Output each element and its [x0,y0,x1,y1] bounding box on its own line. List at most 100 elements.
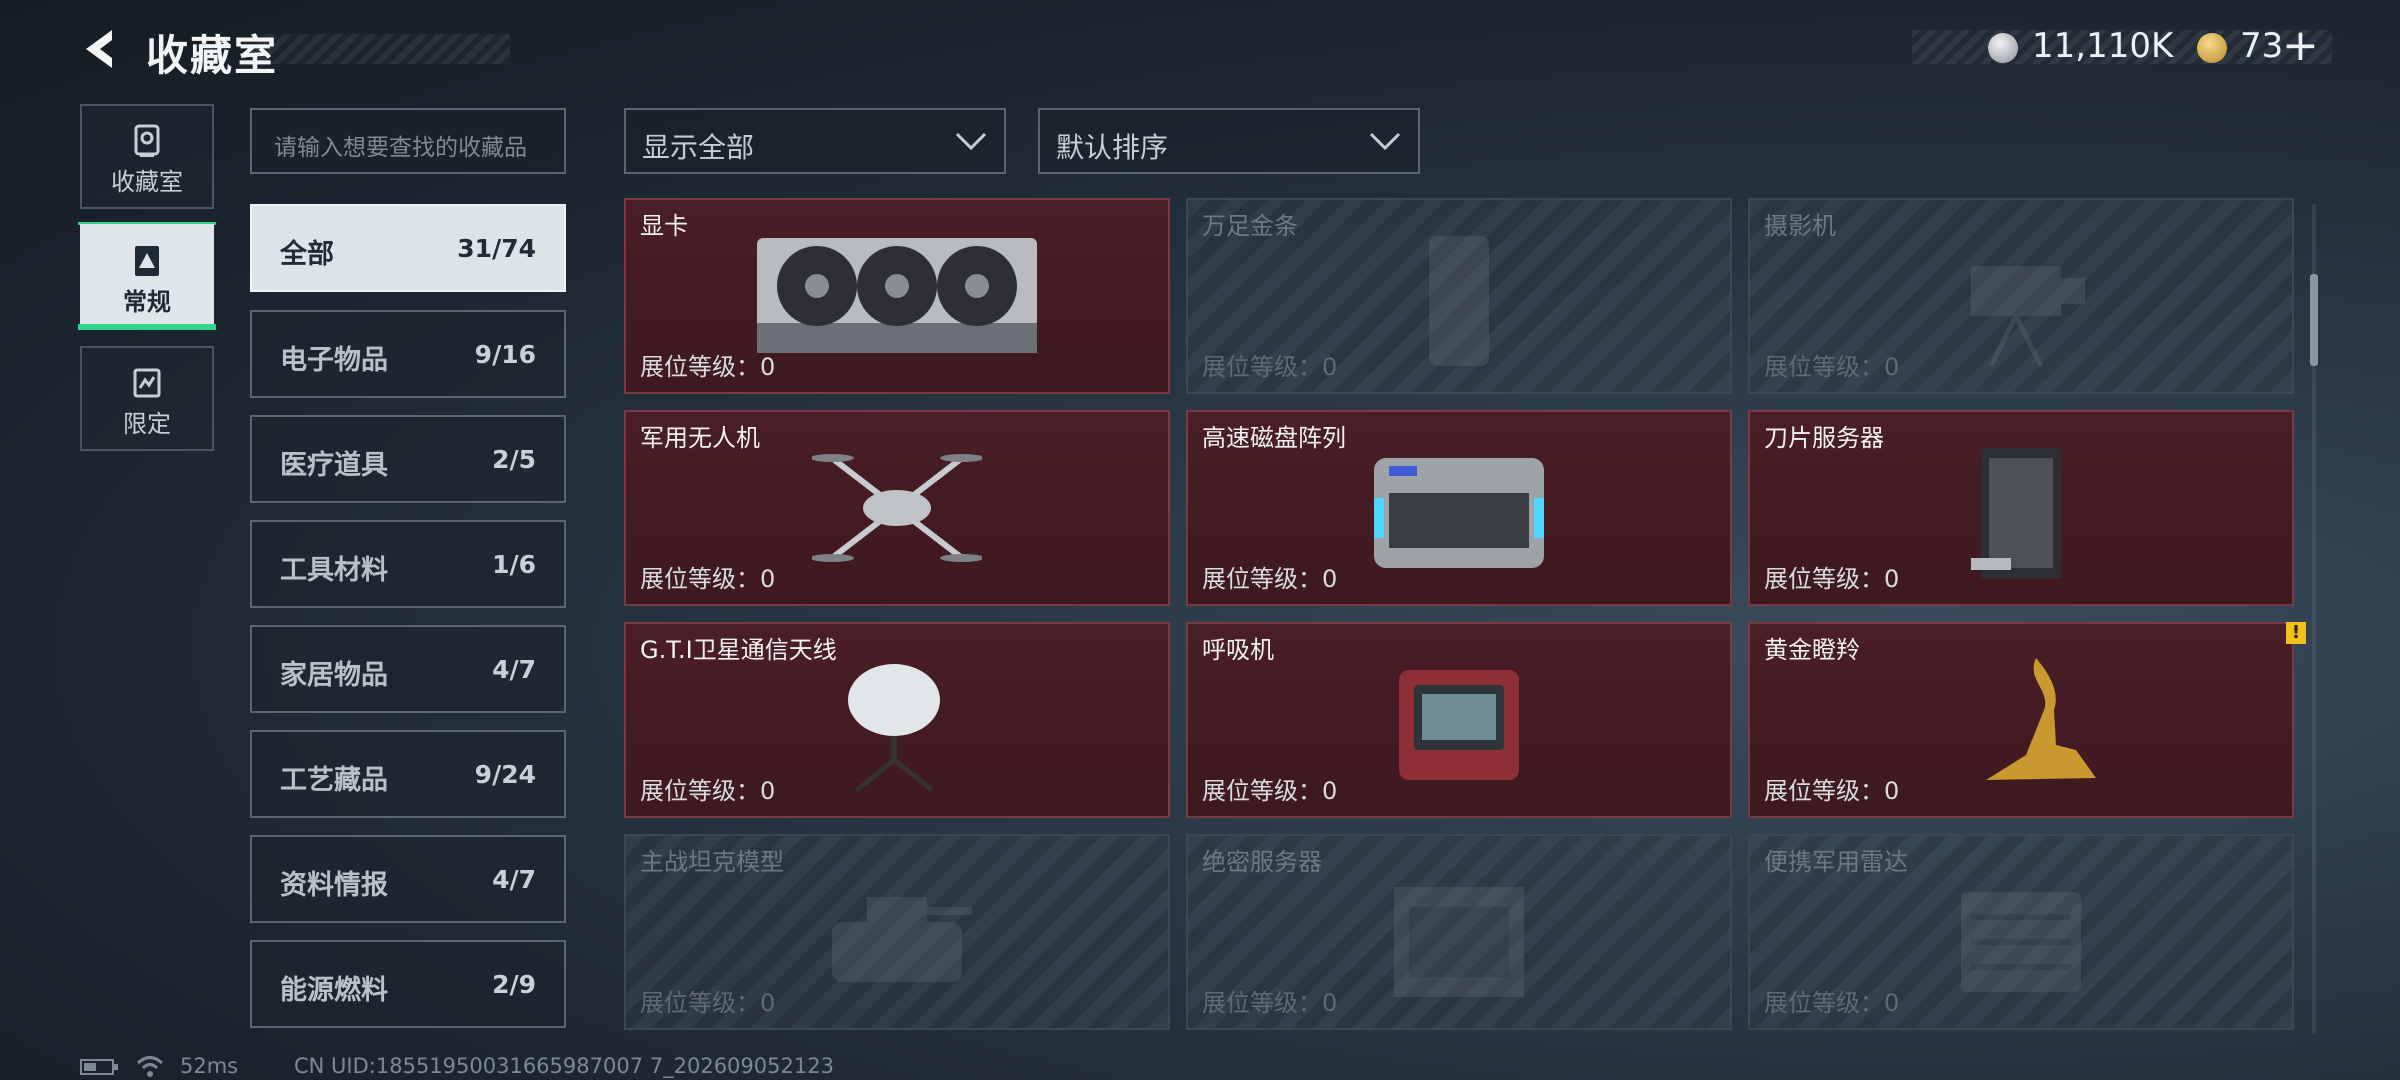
item-name: 主战坦克模型 [640,848,784,876]
item-level: 展位等级：0 [640,989,776,1017]
silver-coin-icon [1988,33,2018,63]
battery-icon [80,1059,118,1075]
category-household[interactable]: 家居物品 4/7 [250,625,566,713]
item-card-drone[interactable]: 军用无人机 展位等级：0 [624,410,1170,606]
item-name: 万足金条 [1202,212,1298,240]
item-card-secret-server[interactable]: 绝密服务器 展位等级：0 [1186,834,1732,1030]
warning-badge-icon: ! [2286,622,2306,644]
back-arrow-icon [86,30,112,68]
category-name: 医疗道具 [280,450,388,481]
category-all[interactable]: 全部 31/74 [250,204,566,292]
ping-value: 52ms [180,1054,239,1078]
item-name: G.T.I卫星通信天线 [640,636,837,664]
item-level: 展位等级：0 [1764,353,1900,381]
item-card-disk-array[interactable]: 高速磁盘阵列 展位等级：0 [1186,410,1732,606]
filter-dropdown[interactable]: 显示全部 [624,108,1006,174]
category-count: 2/9 [492,970,536,999]
add-currency-button[interactable]: + [2282,20,2319,71]
item-name: 摄影机 [1764,212,1836,240]
disk-array-icon [1374,458,1544,568]
category-count: 4/7 [492,655,536,684]
category-count: 1/6 [492,550,536,579]
category-name: 能源燃料 [280,975,388,1006]
satellite-dish-icon [848,664,940,792]
item-level: 展位等级：0 [1202,989,1338,1017]
tank-model-icon [832,897,972,982]
nav-vault[interactable]: 收藏室 [80,104,214,209]
category-intel[interactable]: 资料情报 4/7 [250,835,566,923]
category-energy[interactable]: 能源燃料 2/9 [250,940,566,1028]
category-name: 工具材料 [280,555,388,586]
item-name: 显卡 [640,212,688,240]
camera-icon [1971,266,2085,368]
item-level: 展位等级：0 [1764,777,1900,805]
item-name: 便携军用雷达 [1764,848,1908,876]
category-name: 电子物品 [280,345,388,376]
item-name: 绝密服务器 [1202,848,1322,876]
graphics-card-icon [757,238,1037,353]
category-count: 31/74 [457,234,536,263]
item-card-graphics-card[interactable]: 显卡 展位等级：0 [624,198,1170,394]
category-count: 2/5 [492,445,536,474]
nav-label: 限定 [123,410,171,438]
filter-value: 显示全部 [642,131,755,164]
item-level: 展位等级：0 [1764,565,1900,593]
secret-server-icon [1394,887,1524,997]
category-electronics[interactable]: 电子物品 9/16 [250,310,566,398]
title-decoration [250,34,510,64]
category-medical[interactable]: 医疗道具 2/5 [250,415,566,503]
vault-icon [134,124,160,157]
item-card-golden-gazelle[interactable]: 黄金瞪羚 展位等级：0 [1748,622,2294,818]
item-card-gold-bar[interactable]: 万足金条 展位等级：0 [1186,198,1732,394]
item-card-camera[interactable]: 摄影机 展位等级：0 [1748,198,2294,394]
golden-gazelle-icon [1986,658,2096,780]
nav-regular[interactable]: 常规 [80,224,214,329]
sort-dropdown[interactable]: 默认排序 [1038,108,1420,174]
item-card-ventilator[interactable]: 呼吸机 展位等级：0 [1186,622,1732,818]
category-name: 家居物品 [280,660,388,691]
nav-label: 常规 [123,288,171,316]
currency-gold-amount: 73 [2240,26,2284,66]
item-level: 展位等级：0 [1202,777,1338,805]
category-name: 全部 [280,239,334,270]
search-placeholder: 请输入想要查找的收藏品 [274,135,527,161]
currency-silver-amount: 11,110K [2032,26,2174,66]
category-count: 9/24 [474,760,536,789]
item-card-satellite-dish[interactable]: G.T.I卫星通信天线 展位等级：0 [624,622,1170,818]
item-name: 刀片服务器 [1764,424,1884,452]
category-crafts[interactable]: 工艺藏品 9/24 [250,730,566,818]
item-level: 展位等级：0 [1202,353,1338,381]
gold-coin-icon [2197,33,2227,63]
drone-icon [812,454,982,562]
item-name: 黄金瞪羚 [1764,636,1860,664]
item-card-blade-server[interactable]: 刀片服务器 展位等级：0 [1748,410,2294,606]
uid-text: CN UID:18551950031665987007 7_2026090521… [294,1054,834,1078]
ventilator-icon [1399,670,1519,780]
category-name: 工艺藏品 [280,765,388,796]
nav-limited[interactable]: 限定 [80,346,214,451]
wifi-icon [136,1056,164,1077]
category-tools[interactable]: 工具材料 1/6 [250,520,566,608]
scrollbar-thumb[interactable] [2310,274,2318,366]
regular-collection-icon [135,246,159,276]
item-level: 展位等级：0 [640,353,776,381]
item-name: 呼吸机 [1202,636,1274,664]
item-level: 展位等级：0 [1202,565,1338,593]
item-card-radar[interactable]: 便携军用雷达 展位等级：0 [1748,834,2294,1030]
chevron-down-icon [955,132,987,151]
gold-bar-icon [1429,236,1489,366]
category-count: 9/16 [474,340,536,369]
radar-icon [1961,892,2081,992]
category-count: 4/7 [492,865,536,894]
item-name: 高速磁盘阵列 [1202,424,1346,452]
category-name: 资料情报 [280,870,388,901]
item-level: 展位等级：0 [640,777,776,805]
item-name: 军用无人机 [640,424,760,452]
page-title: 收藏室 [146,31,279,80]
item-level: 展位等级：0 [640,565,776,593]
item-card-tank-model[interactable]: 主战坦克模型 展位等级：0 [624,834,1170,1030]
back-button[interactable] [78,26,124,72]
nav-label: 收藏室 [111,168,183,196]
limited-collection-icon [133,368,161,398]
search-input[interactable]: 请输入想要查找的收藏品 [250,108,566,174]
